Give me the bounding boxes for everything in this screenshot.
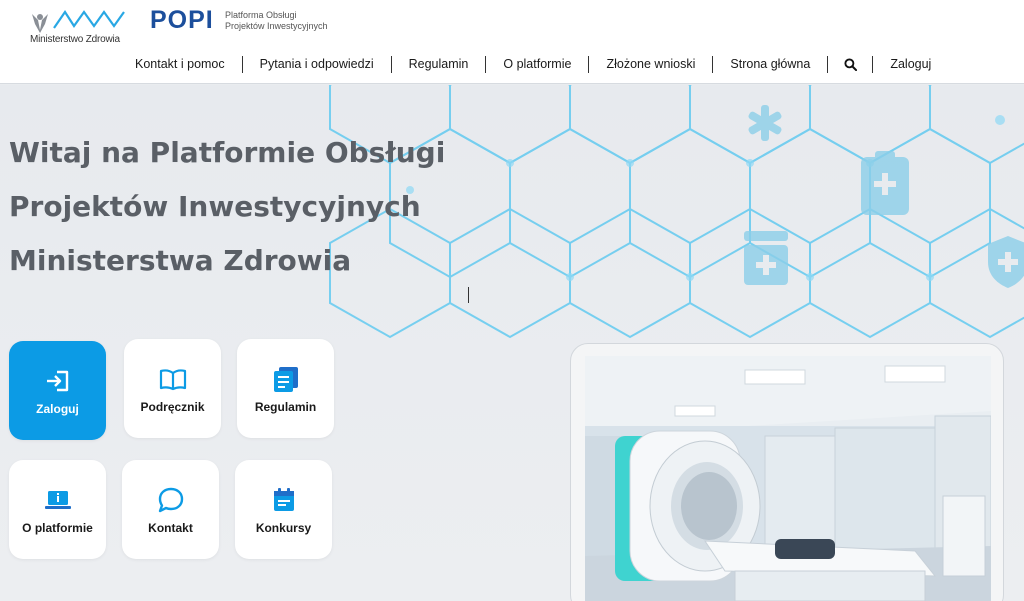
- popi-subtitle-line1: Platforma Obsługi: [225, 10, 297, 20]
- search-icon: [844, 57, 857, 71]
- tile-label: Regulamin: [254, 399, 317, 414]
- medicine-jar-icon: [744, 231, 788, 285]
- nav-regulamin[interactable]: Regulamin: [392, 55, 486, 73]
- nav-kontakt-i-pomoc[interactable]: Kontakt i pomoc: [118, 55, 242, 73]
- tile-label: Konkursy: [255, 520, 312, 535]
- clipboard-icon: [861, 151, 909, 215]
- tile-label: Zaloguj: [36, 401, 79, 416]
- tile-zaloguj[interactable]: Zaloguj: [9, 341, 106, 440]
- tile-o-platformie[interactable]: O platformie: [9, 460, 106, 559]
- header: Ministerstwo Zdrowia POPI Platforma Obsł…: [0, 0, 1024, 84]
- nav-o-platformie[interactable]: O platformie: [486, 55, 588, 73]
- laptop-info-icon: [44, 490, 71, 509]
- text-cursor: [468, 287, 469, 303]
- tile-podrecznik[interactable]: Podręcznik: [124, 339, 221, 438]
- popi-subtitle: Platforma Obsługi Projektów Inwestycyjny…: [225, 10, 328, 32]
- shield-icon: [988, 236, 1024, 288]
- calendar-icon: [273, 487, 294, 511]
- nav-strona-glowna[interactable]: Strona główna: [713, 55, 827, 73]
- tile-label: O platformie: [22, 520, 93, 535]
- mri-scanner-image: [585, 356, 991, 601]
- tile-label: Kontakt: [148, 520, 193, 535]
- nav-pytania-i-odpowiedzi[interactable]: Pytania i odpowiedzi: [243, 55, 391, 73]
- medical-star-icon: [748, 105, 782, 141]
- document-list-icon: [273, 366, 298, 392]
- chat-bubble-icon: [158, 487, 183, 512]
- ministry-label: Ministerstwo Zdrowia: [30, 34, 120, 45]
- popi-logo[interactable]: POPI: [150, 6, 214, 35]
- login-icon: [46, 370, 68, 391]
- main-nav: Kontakt i pomoc Pytania i odpowiedzi Reg…: [118, 52, 948, 76]
- book-icon: [159, 368, 186, 390]
- hero-title-line2: Projektów Inwestycyjnych: [9, 190, 421, 223]
- tile-kontakt[interactable]: Kontakt: [122, 460, 219, 559]
- hero-title-line1: Witaj na Platformie Obsługi: [9, 136, 446, 169]
- search-button[interactable]: [828, 55, 872, 73]
- tile-regulamin[interactable]: Regulamin: [237, 339, 334, 438]
- hero-title: Witaj na Platformie Obsługi Projektów In…: [9, 126, 446, 288]
- mri-room-photo: [585, 356, 991, 601]
- nav-zlozone-wnioski[interactable]: Złożone wnioski: [589, 55, 712, 73]
- tile-label: Podręcznik: [140, 399, 205, 414]
- tile-konkursy[interactable]: Konkursy: [235, 460, 332, 559]
- hero-title-line3: Ministerstwa Zdrowia: [9, 244, 352, 277]
- nav-zaloguj[interactable]: Zaloguj: [873, 55, 948, 73]
- popi-subtitle-line2: Projektów Inwestycyjnych: [225, 21, 328, 31]
